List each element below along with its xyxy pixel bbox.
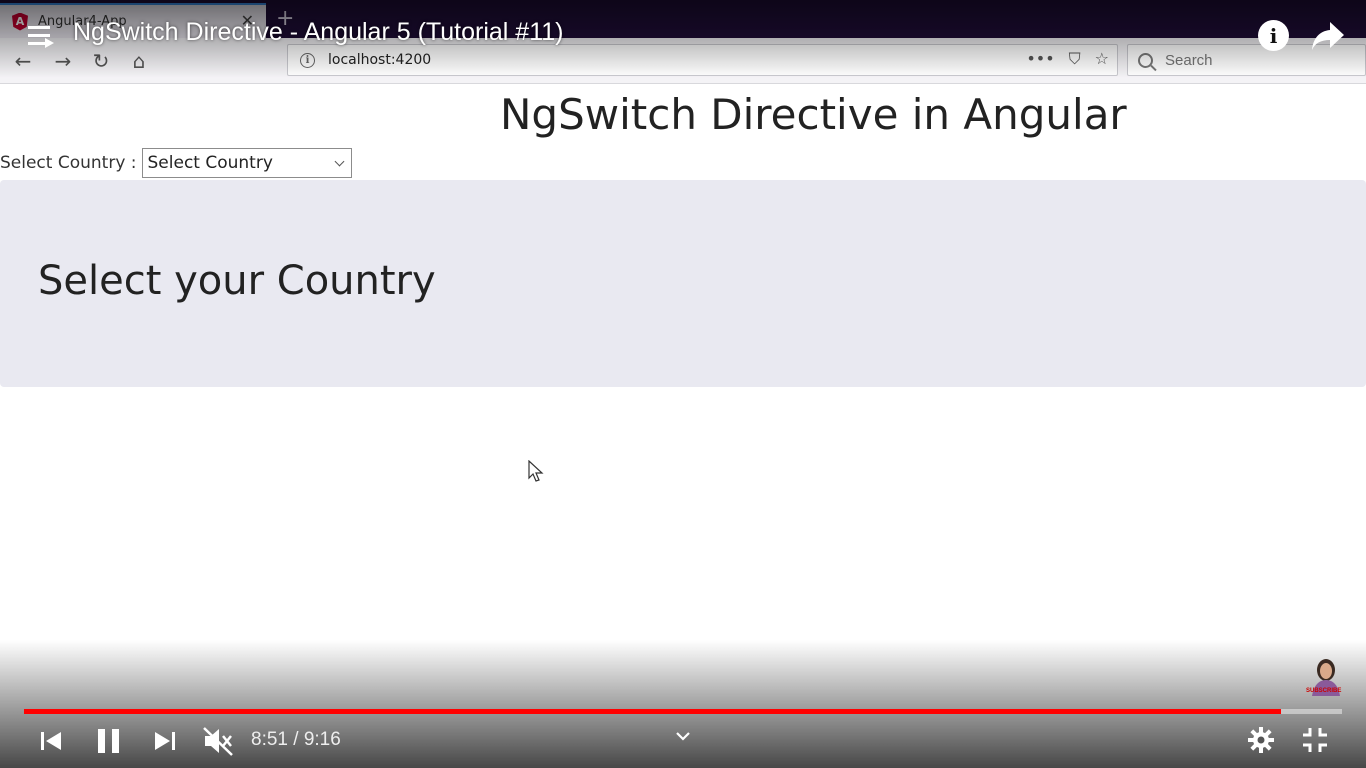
- subscribe-label[interactable]: SUBSCRIBE: [1306, 688, 1341, 694]
- back-arrow-icon[interactable]: ←: [10, 48, 36, 74]
- chevron-down-icon: [334, 156, 344, 167]
- country-label: Select Country :: [0, 153, 137, 173]
- time-display: 8:51 / 9:16: [251, 729, 341, 751]
- country-selector-row: Select Country : Select Country: [0, 148, 352, 178]
- search-icon: [1138, 52, 1153, 68]
- jumbotron-text: Select your Country: [38, 258, 436, 304]
- search-input[interactable]: [1165, 51, 1355, 69]
- previous-icon[interactable]: [38, 728, 64, 754]
- pause-icon[interactable]: [95, 726, 123, 756]
- share-icon[interactable]: [1310, 20, 1346, 52]
- forward-arrow-icon[interactable]: →: [50, 48, 76, 74]
- page-heading: NgSwitch Directive in Angular: [500, 90, 1127, 139]
- playlist-menu-icon[interactable]: [28, 26, 54, 48]
- settings-gear-icon[interactable]: [1247, 726, 1275, 754]
- info-icon[interactable]: i: [1258, 20, 1289, 51]
- url-text: localhost:4200: [328, 52, 432, 68]
- home-icon[interactable]: ⌂: [126, 48, 152, 74]
- angular-logo-icon: A: [12, 12, 28, 31]
- video-title[interactable]: NgSwitch Directive - Angular 5 (Tutorial…: [73, 18, 563, 47]
- jumbotron-panel: Select your Country: [0, 180, 1366, 387]
- address-bar[interactable]: i localhost:4200 ••• ⛉ ☆: [287, 44, 1118, 76]
- progress-played: [24, 709, 1282, 714]
- muted-volume-icon[interactable]: [202, 725, 234, 757]
- mouse-cursor-icon: [528, 460, 544, 482]
- exit-fullscreen-icon[interactable]: [1301, 726, 1329, 754]
- page-info-icon[interactable]: i: [300, 52, 315, 68]
- progress-bar[interactable]: [24, 709, 1342, 714]
- next-icon[interactable]: [152, 728, 178, 754]
- bookmark-star-icon[interactable]: ☆: [1095, 49, 1109, 69]
- chevron-down-icon[interactable]: [675, 731, 691, 743]
- more-actions-icon[interactable]: •••: [1026, 49, 1054, 69]
- time-separator: /: [293, 729, 299, 750]
- country-select[interactable]: Select Country: [141, 148, 352, 178]
- country-select-value: Select Country: [147, 153, 273, 173]
- current-time: 8:51: [251, 729, 288, 750]
- duration: 9:16: [303, 729, 341, 750]
- pocket-icon[interactable]: ⛉: [1069, 49, 1081, 69]
- reload-icon[interactable]: ↻: [88, 48, 114, 74]
